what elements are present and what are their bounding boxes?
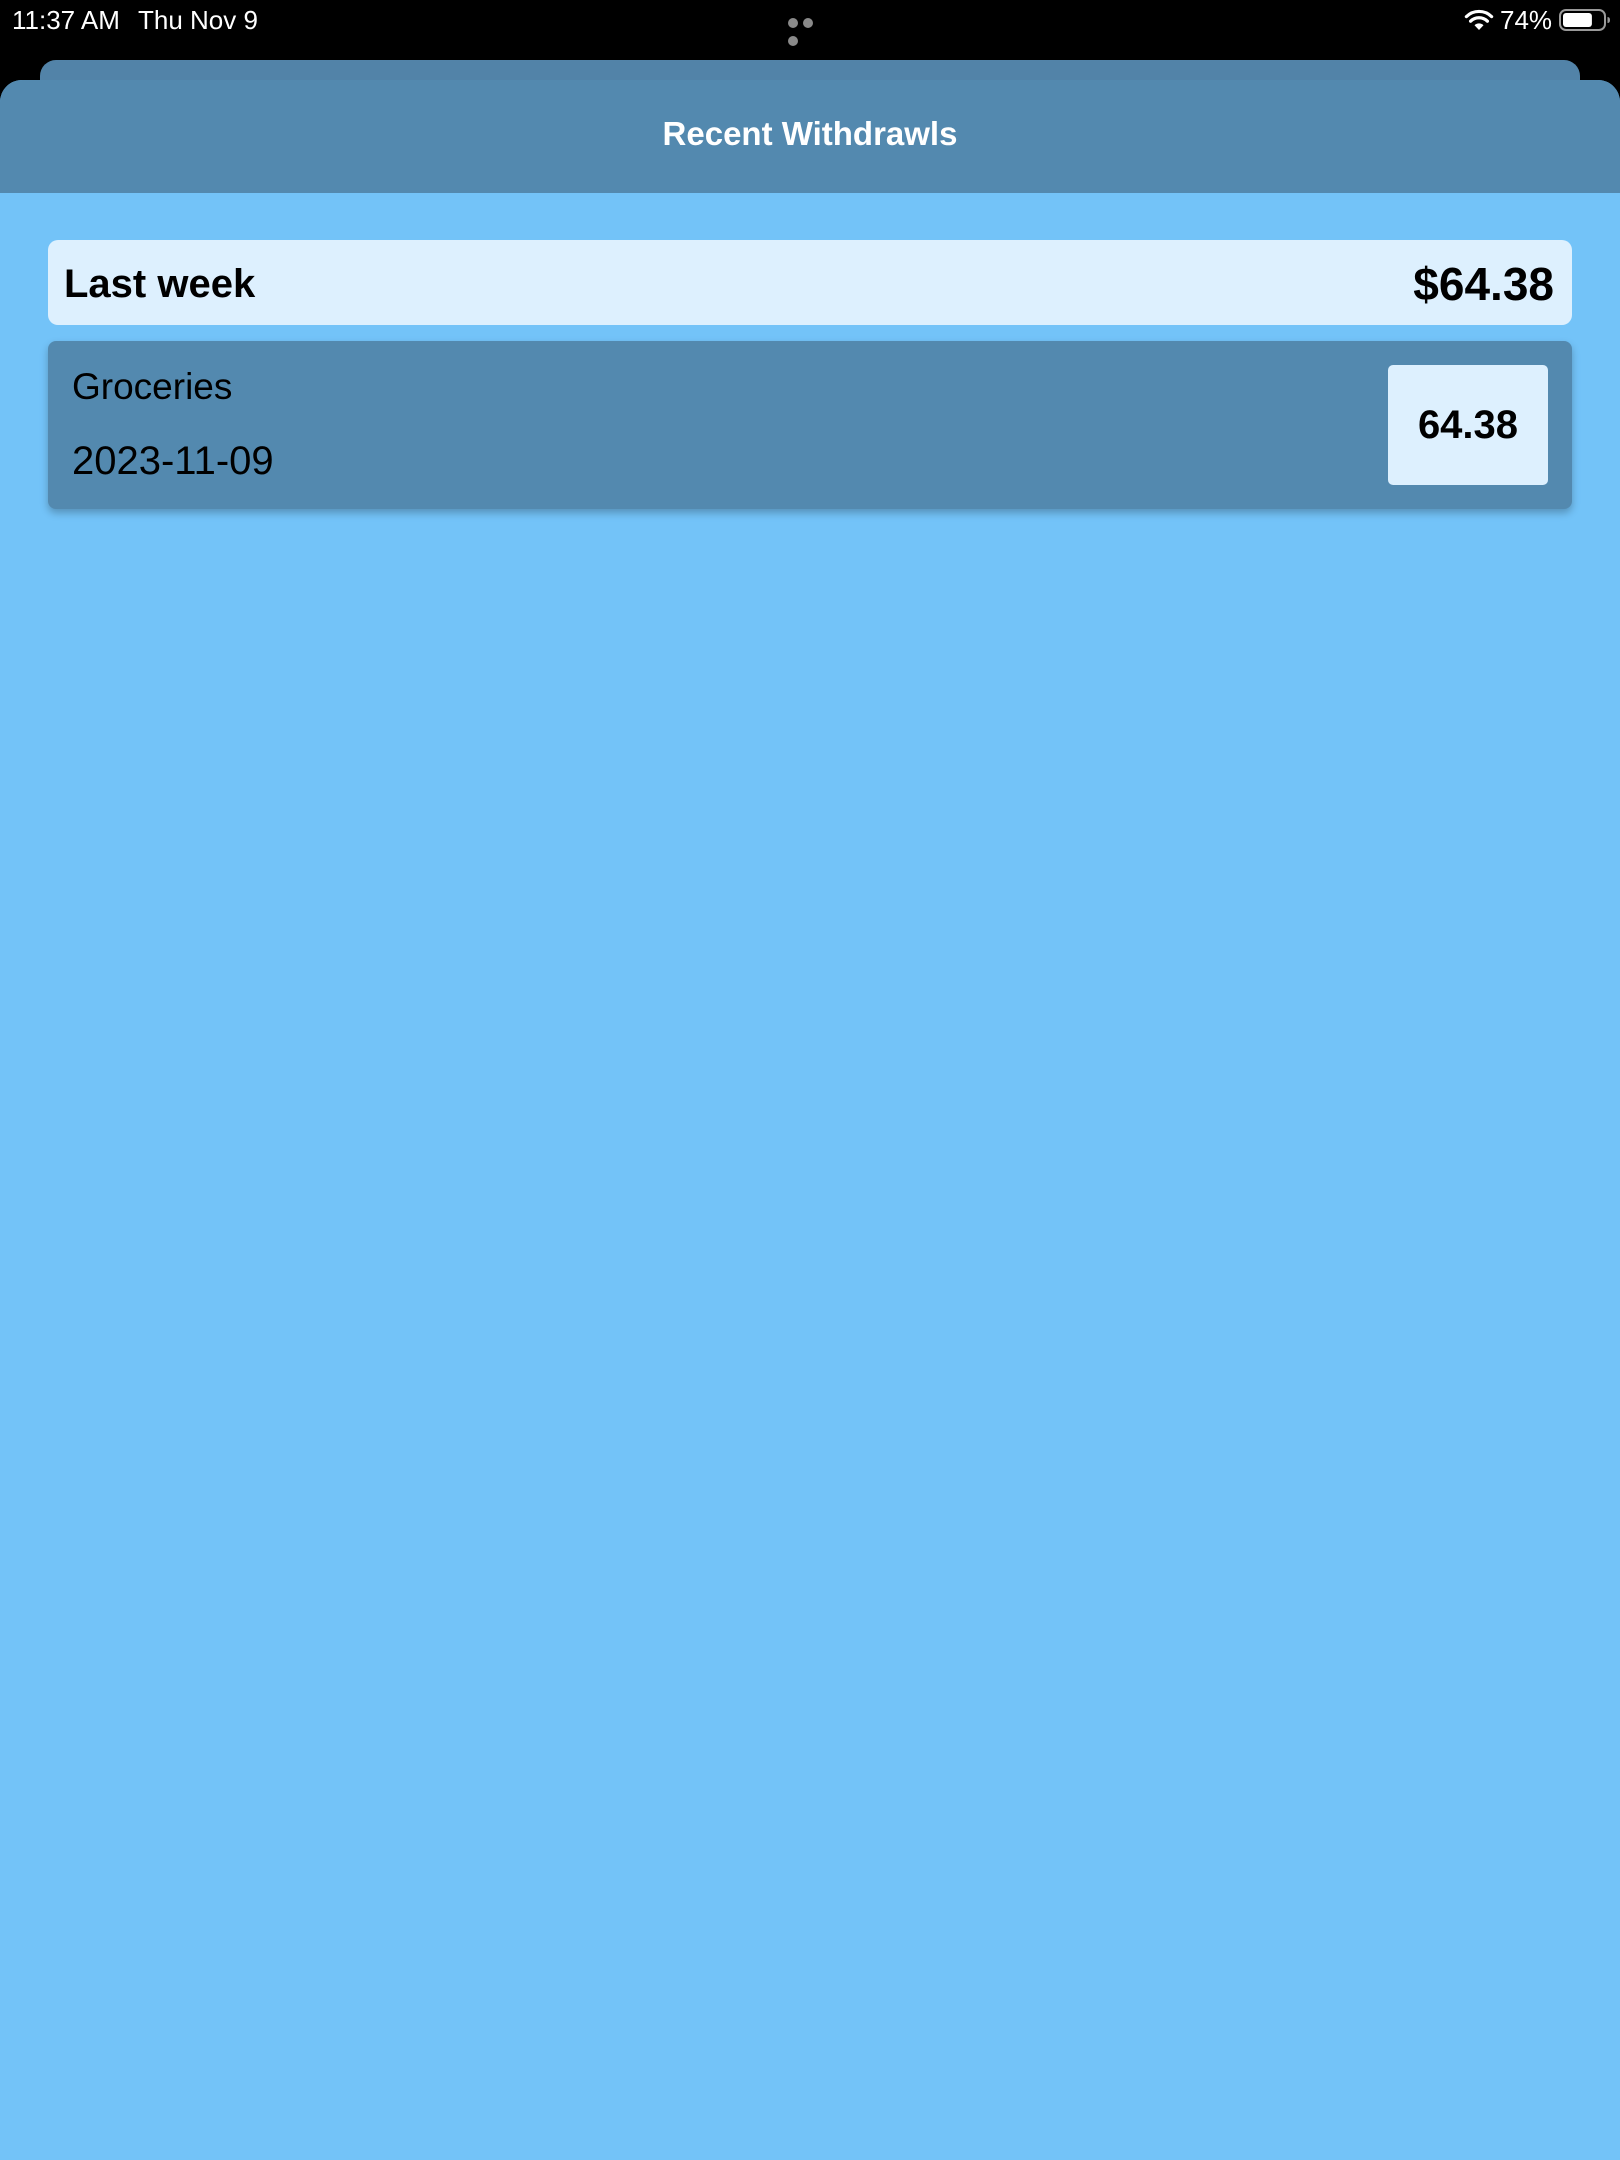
transaction-amount-box: 64.38 [1388, 365, 1548, 485]
transaction-date: 2023-11-09 [72, 439, 274, 483]
transaction-amount: 64.38 [1417, 403, 1519, 447]
battery-icon [1559, 9, 1610, 31]
status-bar: 11:37 AM Thu Nov 9 74% [0, 0, 1620, 60]
transaction-category: Groceries [72, 366, 233, 407]
multitask-dots-icon[interactable] [788, 15, 832, 46]
summary-label: Last week [64, 262, 256, 306]
nav-header: Recent Withdrawls [0, 80, 1620, 193]
summary-row: Last week $64.38 [48, 240, 1572, 325]
wifi-icon [1464, 9, 1494, 30]
page-title: Recent Withdrawls [662, 115, 958, 152]
summary-amount: $64.38 [1413, 258, 1554, 310]
withdrawals-sheet: Recent Withdrawls Last week $64.38 Groce… [0, 80, 1620, 2160]
status-time: 11:37 AM [12, 5, 120, 35]
transaction-card[interactable]: Groceries 2023-11-09 64.38 [48, 341, 1572, 509]
status-date: Thu Nov 9 [138, 5, 258, 35]
battery-percent: 74% [1500, 5, 1553, 35]
